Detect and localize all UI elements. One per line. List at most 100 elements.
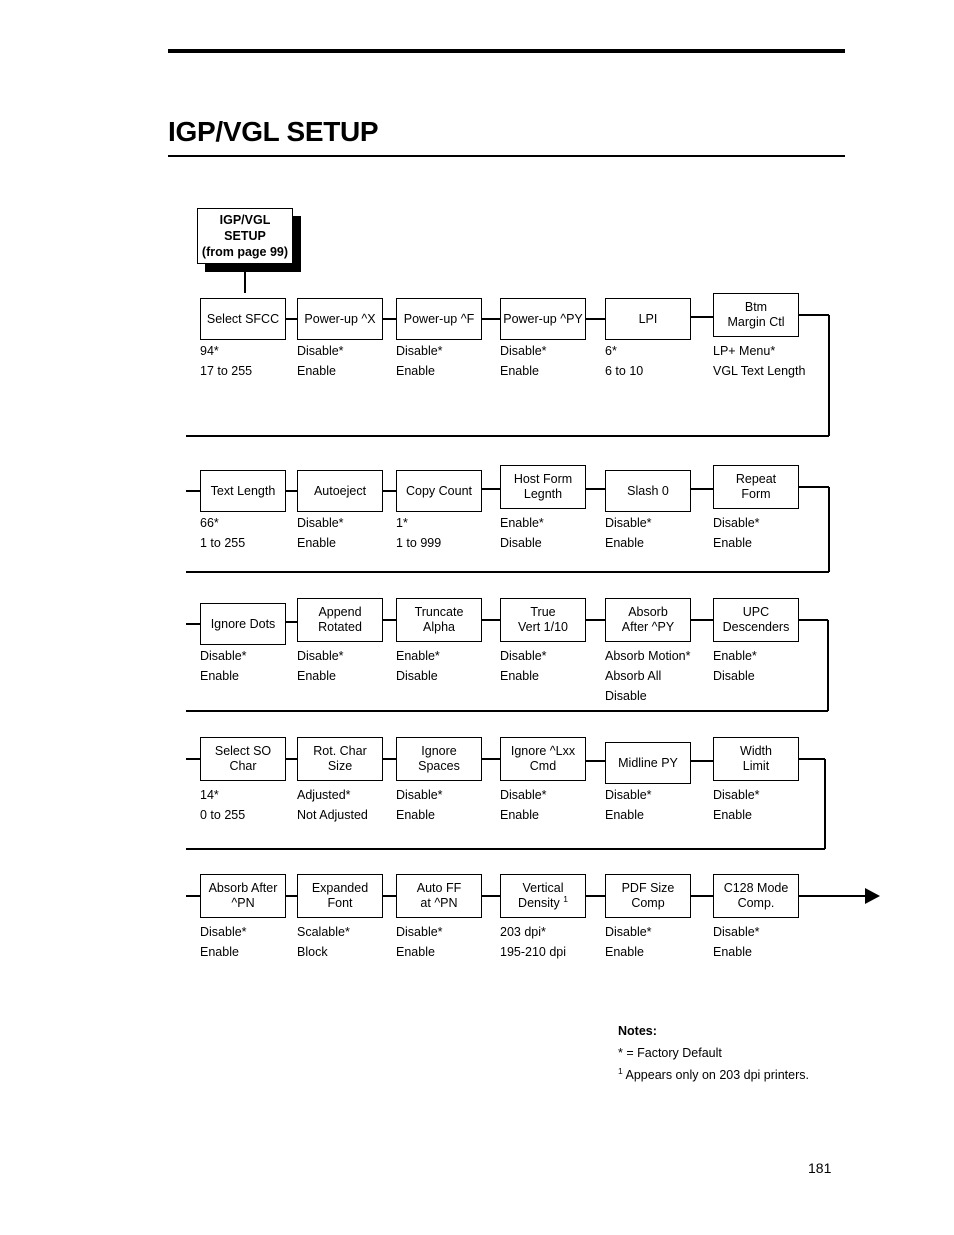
note-factory-default: * = Factory Default bbox=[618, 1046, 722, 1060]
menu-node-label: Power-up ^X bbox=[304, 311, 376, 326]
menu-node-label: Power-up ^PY bbox=[503, 311, 583, 326]
menu-node-truncate-alpha[interactable]: Truncate Alpha bbox=[396, 598, 482, 642]
menu-node-options: LP+ Menu* VGL Text Length bbox=[713, 344, 806, 378]
notes-block: Notes: * = Factory Default 1 Appears onl… bbox=[618, 1020, 809, 1086]
menu-node-label: Truncate Alpha bbox=[414, 605, 464, 634]
menu-node-label: Width Limit bbox=[740, 744, 772, 773]
menu-node-host-form-legnth[interactable]: Host Form Legnth bbox=[500, 465, 586, 509]
menu-node-label: Ignore ^Lxx Cmd bbox=[510, 744, 576, 773]
connector-between-nodes bbox=[586, 318, 605, 320]
connector-between-nodes bbox=[286, 895, 297, 897]
note-203dpi: 1 Appears only on 203 dpi printers. bbox=[618, 1064, 809, 1086]
connector-between-nodes bbox=[586, 488, 605, 490]
menu-node-copy-count[interactable]: Copy Count bbox=[396, 470, 482, 512]
menu-node-power-up-x[interactable]: Power-up ^X bbox=[297, 298, 383, 340]
menu-node-repeat-form[interactable]: Repeat Form bbox=[713, 465, 799, 509]
menu-node-auto-ff-at-pn[interactable]: Auto FF at ^PN bbox=[396, 874, 482, 918]
menu-node-absorb-after-py[interactable]: Absorb After ^PY bbox=[605, 598, 691, 642]
menu-node-btm-margin-ctl[interactable]: Btm Margin Ctl bbox=[713, 293, 799, 337]
menu-node-label: Absorb After ^PY bbox=[621, 605, 675, 634]
menu-node-absorb-after-pn[interactable]: Absorb After ^PN bbox=[200, 874, 286, 918]
menu-node-slash-0[interactable]: Slash 0 bbox=[605, 470, 691, 512]
connector-between-nodes bbox=[286, 490, 297, 492]
menu-node-upc-descenders[interactable]: UPC Descenders bbox=[713, 598, 799, 642]
connector-between-nodes bbox=[691, 760, 713, 762]
connector-row-exit bbox=[799, 619, 828, 621]
menu-node-c128-mode-comp[interactable]: C128 Mode Comp. bbox=[713, 874, 799, 918]
menu-node-label: Host Form Legnth bbox=[513, 472, 573, 501]
menu-node-label: Text Length bbox=[210, 483, 276, 498]
menu-node-pdf-size-comp[interactable]: PDF Size Comp bbox=[605, 874, 691, 918]
connector-between-nodes bbox=[482, 619, 500, 621]
igp-vgl-setup-flowchart: IGP/VGL SETUP (from page 99) Select SFCC 94*… bbox=[0, 0, 954, 1235]
connector-row-return bbox=[186, 435, 829, 437]
connector-between-nodes bbox=[586, 760, 605, 762]
menu-node-select-so-char[interactable]: Select SO Char bbox=[200, 737, 286, 781]
connector-row-return bbox=[186, 710, 828, 712]
menu-node-text-length[interactable]: Text Length bbox=[200, 470, 286, 512]
menu-node-label: Btm Margin Ctl bbox=[727, 300, 785, 329]
connector-between-nodes bbox=[691, 895, 713, 897]
connector-between-nodes bbox=[691, 316, 713, 318]
menu-node-label: Auto FF at ^PN bbox=[416, 881, 462, 910]
menu-node-power-up-py[interactable]: Power-up ^PY bbox=[500, 298, 586, 340]
connector-row-return bbox=[186, 571, 829, 573]
menu-node-autoeject[interactable]: Autoeject bbox=[297, 470, 383, 512]
menu-node-options: Enable* Disable bbox=[713, 649, 757, 683]
flow-end-arrow-icon bbox=[865, 888, 880, 904]
menu-node-label: C128 Mode Comp. bbox=[723, 881, 789, 910]
menu-node-label: Ignore Spaces bbox=[418, 744, 460, 773]
menu-node-label: Copy Count bbox=[405, 483, 472, 498]
menu-node-vertical-density[interactable]: Vertical Density 1 bbox=[500, 874, 586, 918]
connector-between-nodes bbox=[383, 895, 396, 897]
menu-node-label: Ignore Dots bbox=[210, 616, 276, 631]
notes-title: Notes: bbox=[618, 1024, 657, 1038]
menu-node-label: Select SO Char bbox=[214, 744, 272, 773]
menu-node-options: Disable* Enable bbox=[713, 925, 760, 959]
menu-node-options: Disable* Enable bbox=[713, 516, 760, 550]
menu-node-append-rotated[interactable]: Append Rotated bbox=[297, 598, 383, 642]
menu-node-label: True Vert 1/10 bbox=[517, 605, 569, 634]
menu-node-label: PDF Size Comp bbox=[621, 881, 675, 910]
menu-node-rot-char-size[interactable]: Rot. Char Size bbox=[297, 737, 383, 781]
connector-between-nodes bbox=[482, 895, 500, 897]
connector-between-nodes bbox=[691, 488, 713, 490]
connector-row-entry bbox=[186, 758, 200, 760]
menu-node-label: Slash 0 bbox=[627, 483, 669, 498]
connector-between-nodes bbox=[286, 621, 297, 623]
menu-node-label: Midline PY bbox=[618, 755, 678, 770]
menu-node-select-sfcc[interactable]: Select SFCC bbox=[200, 298, 286, 340]
menu-node-expanded-font[interactable]: Expanded Font bbox=[297, 874, 383, 918]
menu-node-ignore-dots[interactable]: Ignore Dots bbox=[200, 603, 286, 645]
menu-node-label: Absorb After ^PN bbox=[208, 881, 278, 910]
menu-node-label: Append Rotated bbox=[318, 605, 362, 634]
connector-row-exit bbox=[799, 758, 825, 760]
menu-node-ignore-spaces[interactable]: Ignore Spaces bbox=[396, 737, 482, 781]
connector-between-nodes bbox=[383, 758, 396, 760]
connector-between-nodes bbox=[286, 758, 297, 760]
connector-row-exit bbox=[799, 486, 829, 488]
menu-node-true-vert-1-10[interactable]: True Vert 1/10 bbox=[500, 598, 586, 642]
connector-between-nodes bbox=[691, 619, 713, 621]
connector-row-exit bbox=[799, 314, 829, 316]
menu-node-label: Expanded Font bbox=[311, 881, 369, 910]
menu-node-width-limit[interactable]: Width Limit bbox=[713, 737, 799, 781]
note-203dpi-text: Appears only on 203 dpi printers. bbox=[622, 1068, 809, 1082]
menu-node-label: LPI bbox=[638, 311, 658, 326]
connector-row-entry bbox=[186, 490, 200, 492]
menu-node-label: Repeat Form bbox=[735, 472, 777, 501]
connector-between-nodes bbox=[286, 318, 297, 320]
menu-node-ignore-lxx-cmd[interactable]: Ignore ^Lxx Cmd bbox=[500, 737, 586, 781]
menu-node-lpi[interactable]: LPI bbox=[605, 298, 691, 340]
menu-node-power-up-f[interactable]: Power-up ^F bbox=[396, 298, 482, 340]
connector-final-exit bbox=[799, 895, 867, 897]
menu-node-label: Autoeject bbox=[313, 483, 367, 498]
menu-node-midline-py[interactable]: Midline PY bbox=[605, 742, 691, 784]
connector-between-nodes bbox=[586, 619, 605, 621]
connector-row-entry bbox=[186, 895, 200, 897]
connector-between-nodes bbox=[586, 895, 605, 897]
connector-between-nodes bbox=[482, 758, 500, 760]
menu-node-label: Power-up ^F bbox=[403, 311, 475, 326]
menu-node-label: Rot. Char Size bbox=[313, 744, 367, 773]
connector-between-nodes bbox=[383, 318, 396, 320]
